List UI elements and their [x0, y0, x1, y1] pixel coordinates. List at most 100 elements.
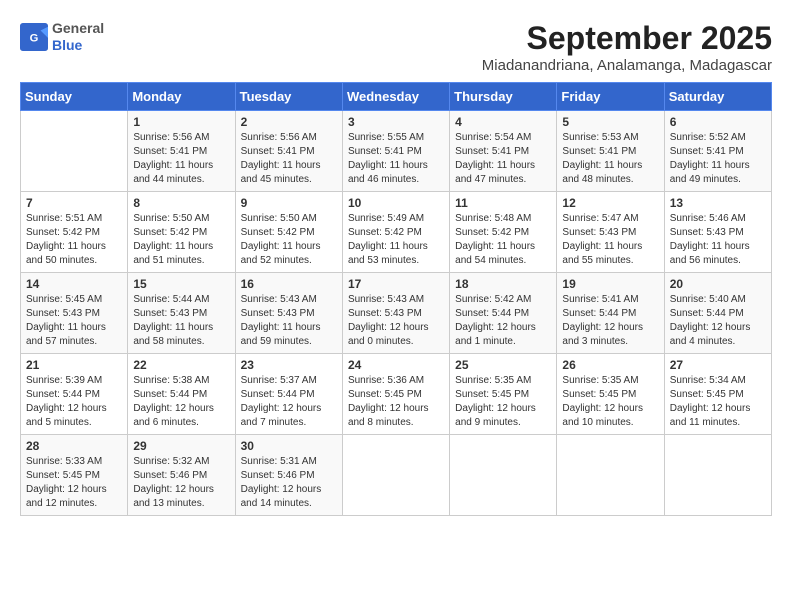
- day-number: 23: [241, 358, 337, 372]
- calendar-cell: 5 Sunrise: 5:53 AMSunset: 5:41 PMDaylight…: [557, 111, 664, 192]
- day-info: Sunrise: 5:39 AMSunset: 5:44 PMDaylight:…: [26, 374, 122, 430]
- day-info: Sunrise: 5:35 AMSunset: 5:45 PMDaylight:…: [562, 374, 658, 430]
- calendar-cell: 19Sunrise: 5:41 AMSunset: 5:44 PMDayligh…: [557, 273, 664, 354]
- calendar-cell: [664, 435, 771, 516]
- day-number: 25: [455, 358, 551, 372]
- calendar-cell: 16Sunrise: 5:43 AMSunset: 5:43 PMDayligh…: [235, 273, 342, 354]
- calendar-cell: [342, 435, 449, 516]
- day-number: 2: [241, 115, 337, 129]
- calendar-cell: 9 Sunrise: 5:50 AMSunset: 5:42 PMDaylight…: [235, 192, 342, 273]
- day-number: 26: [562, 358, 658, 372]
- calendar-cell: 18Sunrise: 5:42 AMSunset: 5:44 PMDayligh…: [450, 273, 557, 354]
- logo-text: General Blue: [52, 20, 104, 54]
- week-row-4: 21 Sunrise: 5:39 AMSunset: 5:44 PMDayligh…: [21, 354, 772, 435]
- day-number: 6: [670, 115, 766, 129]
- day-number: 14: [26, 277, 122, 291]
- day-info: Sunrise: 5:53 AMSunset: 5:41 PMDaylight:…: [562, 131, 658, 187]
- day-number: 13: [670, 196, 766, 210]
- day-number: 28: [26, 439, 122, 453]
- day-header-row: SundayMondayTuesdayWednesdayThursdayFrid…: [21, 83, 772, 111]
- calendar-cell: 4Sunrise: 5:54 AMSunset: 5:41 PMDaylight…: [450, 111, 557, 192]
- day-info: Sunrise: 5:50 AMSunset: 5:42 PMDaylight:…: [241, 212, 337, 268]
- week-row-3: 14 Sunrise: 5:45 AMSunset: 5:43 PMDayligh…: [21, 273, 772, 354]
- day-number: 29: [133, 439, 229, 453]
- day-number: 20: [670, 277, 766, 291]
- calendar-cell: 24 Sunrise: 5:36 AMSunset: 5:45 PMDayligh…: [342, 354, 449, 435]
- day-number: 12: [562, 196, 658, 210]
- column-header-tuesday: Tuesday: [235, 83, 342, 111]
- day-number: 27: [670, 358, 766, 372]
- day-info: Sunrise: 5:48 AMSunset: 5:42 PMDaylight:…: [455, 212, 551, 268]
- calendar-cell: 30 Sunrise: 5:31 AMSunset: 5:46 PMDayligh…: [235, 435, 342, 516]
- calendar-cell: 14 Sunrise: 5:45 AMSunset: 5:43 PMDayligh…: [21, 273, 128, 354]
- day-number: 7: [26, 196, 122, 210]
- day-info: Sunrise: 5:56 AMSunset: 5:41 PMDaylight:…: [241, 131, 337, 187]
- calendar-cell: 25 Sunrise: 5:35 AMSunset: 5:45 PMDayligh…: [450, 354, 557, 435]
- day-info: Sunrise: 5:32 AMSunset: 5:46 PMDaylight:…: [133, 455, 229, 511]
- svg-text:G: G: [30, 32, 39, 44]
- day-info: Sunrise: 5:40 AMSunset: 5:44 PMDaylight:…: [670, 293, 766, 349]
- calendar-cell: 8 Sunrise: 5:50 AMSunset: 5:42 PMDaylight…: [128, 192, 235, 273]
- day-info: Sunrise: 5:50 AMSunset: 5:42 PMDaylight:…: [133, 212, 229, 268]
- page-header: G General Blue September 2025 Miadanandr…: [20, 20, 772, 74]
- day-number: 30: [241, 439, 337, 453]
- logo-blue-text: Blue: [52, 37, 104, 54]
- month-title: September 2025: [482, 20, 772, 57]
- day-info: Sunrise: 5:46 AMSunset: 5:43 PMDaylight:…: [670, 212, 766, 268]
- day-info: Sunrise: 5:42 AMSunset: 5:44 PMDaylight:…: [455, 293, 551, 349]
- day-info: Sunrise: 5:31 AMSunset: 5:46 PMDaylight:…: [241, 455, 337, 511]
- calendar-cell: 11 Sunrise: 5:48 AMSunset: 5:42 PMDayligh…: [450, 192, 557, 273]
- calendar-cell: 21 Sunrise: 5:39 AMSunset: 5:44 PMDayligh…: [21, 354, 128, 435]
- location: Miadanandriana, Analamanga, Madagascar: [482, 57, 772, 74]
- day-info: Sunrise: 5:51 AMSunset: 5:42 PMDaylight:…: [26, 212, 122, 268]
- day-info: Sunrise: 5:38 AMSunset: 5:44 PMDaylight:…: [133, 374, 229, 430]
- day-number: 3: [348, 115, 444, 129]
- day-number: 21: [26, 358, 122, 372]
- day-number: 22: [133, 358, 229, 372]
- day-number: 9: [241, 196, 337, 210]
- day-info: Sunrise: 5:43 AMSunset: 5:43 PMDaylight:…: [348, 293, 444, 349]
- calendar-cell: 15Sunrise: 5:44 AMSunset: 5:43 PMDayligh…: [128, 273, 235, 354]
- calendar-cell: 13 Sunrise: 5:46 AMSunset: 5:43 PMDayligh…: [664, 192, 771, 273]
- day-info: Sunrise: 5:36 AMSunset: 5:45 PMDaylight:…: [348, 374, 444, 430]
- logo: G General Blue: [20, 20, 104, 54]
- day-info: Sunrise: 5:49 AMSunset: 5:42 PMDaylight:…: [348, 212, 444, 268]
- day-info: Sunrise: 5:45 AMSunset: 5:43 PMDaylight:…: [26, 293, 122, 349]
- day-info: Sunrise: 5:33 AMSunset: 5:45 PMDaylight:…: [26, 455, 122, 511]
- day-info: Sunrise: 5:56 AMSunset: 5:41 PMDaylight:…: [133, 131, 229, 187]
- calendar-cell: 26 Sunrise: 5:35 AMSunset: 5:45 PMDayligh…: [557, 354, 664, 435]
- calendar-cell: 7 Sunrise: 5:51 AMSunset: 5:42 PMDaylight…: [21, 192, 128, 273]
- day-info: Sunrise: 5:55 AMSunset: 5:41 PMDaylight:…: [348, 131, 444, 187]
- calendar-cell: 6 Sunrise: 5:52 AMSunset: 5:41 PMDaylight…: [664, 111, 771, 192]
- calendar-cell: 12 Sunrise: 5:47 AMSunset: 5:43 PMDayligh…: [557, 192, 664, 273]
- day-info: Sunrise: 5:54 AMSunset: 5:41 PMDaylight:…: [455, 131, 551, 187]
- day-number: 24: [348, 358, 444, 372]
- calendar-cell: 17 Sunrise: 5:43 AMSunset: 5:43 PMDayligh…: [342, 273, 449, 354]
- day-number: 8: [133, 196, 229, 210]
- calendar-cell: 23 Sunrise: 5:37 AMSunset: 5:44 PMDayligh…: [235, 354, 342, 435]
- calendar-cell: 27 Sunrise: 5:34 AMSunset: 5:45 PMDayligh…: [664, 354, 771, 435]
- day-info: Sunrise: 5:43 AMSunset: 5:43 PMDaylight:…: [241, 293, 337, 349]
- calendar-cell: [21, 111, 128, 192]
- day-number: 17: [348, 277, 444, 291]
- column-header-monday: Monday: [128, 83, 235, 111]
- day-info: Sunrise: 5:37 AMSunset: 5:44 PMDaylight:…: [241, 374, 337, 430]
- day-info: Sunrise: 5:52 AMSunset: 5:41 PMDaylight:…: [670, 131, 766, 187]
- day-number: 5: [562, 115, 658, 129]
- column-header-saturday: Saturday: [664, 83, 771, 111]
- calendar-cell: 1 Sunrise: 5:56 AMSunset: 5:41 PMDaylight…: [128, 111, 235, 192]
- day-number: 1: [133, 115, 229, 129]
- day-number: 11: [455, 196, 551, 210]
- day-info: Sunrise: 5:35 AMSunset: 5:45 PMDaylight:…: [455, 374, 551, 430]
- column-header-friday: Friday: [557, 83, 664, 111]
- calendar-table: SundayMondayTuesdayWednesdayThursdayFrid…: [20, 82, 772, 516]
- day-info: Sunrise: 5:34 AMSunset: 5:45 PMDaylight:…: [670, 374, 766, 430]
- week-row-2: 7 Sunrise: 5:51 AMSunset: 5:42 PMDaylight…: [21, 192, 772, 273]
- day-number: 15: [133, 277, 229, 291]
- week-row-1: 1 Sunrise: 5:56 AMSunset: 5:41 PMDaylight…: [21, 111, 772, 192]
- logo-general-text: General: [52, 20, 104, 37]
- column-header-wednesday: Wednesday: [342, 83, 449, 111]
- day-info: Sunrise: 5:47 AMSunset: 5:43 PMDaylight:…: [562, 212, 658, 268]
- calendar-cell: [557, 435, 664, 516]
- day-number: 19: [562, 277, 658, 291]
